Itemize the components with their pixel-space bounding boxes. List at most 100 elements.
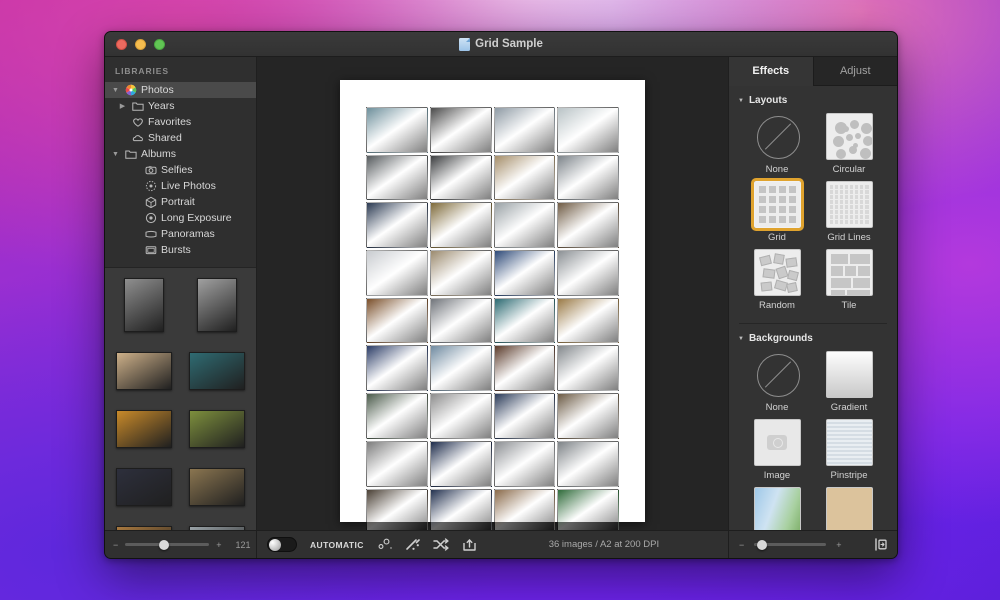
grid-photo[interactable] bbox=[557, 202, 619, 248]
sidebar-item-shared[interactable]: ▶Shared bbox=[105, 130, 256, 146]
option-swatch[interactable] bbox=[754, 249, 801, 296]
twisty-down-icon[interactable]: ▼ bbox=[111, 151, 120, 158]
zoom-button[interactable] bbox=[154, 39, 165, 50]
canvas-zoom-minus[interactable]: − bbox=[739, 540, 744, 550]
grid-photo[interactable] bbox=[557, 107, 619, 153]
browser-thumbnail[interactable] bbox=[116, 468, 172, 506]
grid-photo[interactable] bbox=[430, 202, 492, 248]
twisty-right-icon[interactable]: ▶ bbox=[118, 102, 127, 110]
grid-photo[interactable] bbox=[430, 345, 492, 391]
option-none[interactable]: None bbox=[743, 113, 811, 175]
browser-thumbnail[interactable] bbox=[197, 278, 237, 332]
option-tan[interactable] bbox=[815, 487, 883, 530]
grid-photo[interactable] bbox=[430, 298, 492, 344]
automatic-toggle[interactable] bbox=[267, 537, 297, 552]
chevron-down-icon[interactable]: ▼ bbox=[738, 336, 744, 342]
export-icon[interactable] bbox=[462, 538, 477, 552]
grid-photo[interactable] bbox=[557, 393, 619, 439]
sidebar-item-live-photos[interactable]: ▶ Live Photos bbox=[105, 178, 256, 194]
browser-thumbnail[interactable] bbox=[189, 410, 245, 448]
grid-photo[interactable] bbox=[557, 489, 619, 531]
settings-gear-icon[interactable] bbox=[377, 538, 392, 551]
option-swatch[interactable] bbox=[754, 419, 801, 466]
section-header-backgrounds[interactable]: ▼Backgrounds bbox=[729, 324, 897, 351]
canvas-zoom-slider[interactable] bbox=[754, 543, 826, 546]
sidebar-item-years[interactable]: ▶Years bbox=[105, 98, 256, 114]
option-photo[interactable] bbox=[743, 487, 811, 530]
option-swatch[interactable] bbox=[754, 113, 801, 160]
grid-photo[interactable] bbox=[430, 250, 492, 296]
grid-photo[interactable] bbox=[366, 202, 428, 248]
browser-thumbnail[interactable] bbox=[189, 352, 245, 390]
option-swatch[interactable] bbox=[826, 419, 873, 466]
sidebar-item-favorites[interactable]: ▶Favorites bbox=[105, 114, 256, 130]
tab-effects[interactable]: Effects bbox=[729, 57, 813, 86]
sidebar-item-photos[interactable]: ▼ Photos bbox=[105, 82, 256, 98]
grid-photo[interactable] bbox=[366, 298, 428, 344]
option-none[interactable]: None bbox=[743, 351, 811, 413]
close-button[interactable] bbox=[116, 39, 127, 50]
option-tile[interactable]: Tile bbox=[815, 249, 883, 311]
grid-photo[interactable] bbox=[366, 441, 428, 487]
option-circular[interactable]: Circular bbox=[815, 113, 883, 175]
canvas-area[interactable] bbox=[257, 57, 728, 530]
page-preview[interactable] bbox=[340, 80, 645, 522]
sidebar-item-selfies[interactable]: ▶ Selfies bbox=[105, 162, 256, 178]
magic-wand-icon[interactable] bbox=[405, 538, 420, 551]
grid-photo[interactable] bbox=[557, 298, 619, 344]
option-swatch[interactable] bbox=[754, 487, 801, 530]
grid-photo[interactable] bbox=[494, 202, 556, 248]
option-swatch[interactable] bbox=[826, 487, 873, 530]
grid-photo[interactable] bbox=[430, 155, 492, 201]
grid-photo[interactable] bbox=[430, 489, 492, 531]
grid-photo[interactable] bbox=[557, 250, 619, 296]
browser-thumbnail[interactable] bbox=[116, 352, 172, 390]
grid-photo[interactable] bbox=[494, 489, 556, 531]
shuffle-icon[interactable] bbox=[433, 538, 449, 551]
option-grid-lines[interactable]: Grid Lines bbox=[815, 181, 883, 243]
thumb-zoom-plus[interactable]: + bbox=[216, 540, 221, 550]
option-gradient[interactable]: Gradient bbox=[815, 351, 883, 413]
twisty-down-icon[interactable]: ▼ bbox=[111, 87, 120, 94]
minimize-button[interactable] bbox=[135, 39, 146, 50]
grid-photo[interactable] bbox=[366, 345, 428, 391]
option-pinstripe[interactable]: Pinstripe bbox=[815, 419, 883, 481]
grid-photo[interactable] bbox=[494, 393, 556, 439]
option-swatch[interactable] bbox=[826, 249, 873, 296]
sidebar-item-portrait[interactable]: ▶ Portrait bbox=[105, 194, 256, 210]
option-random[interactable]: Random bbox=[743, 249, 811, 311]
grid-photo[interactable] bbox=[366, 393, 428, 439]
grid-photo[interactable] bbox=[366, 250, 428, 296]
sidebar-item-long-exposure[interactable]: ▶ Long Exposure bbox=[105, 210, 256, 226]
grid-photo[interactable] bbox=[430, 393, 492, 439]
grid-photo[interactable] bbox=[366, 155, 428, 201]
browser-thumbnail[interactable] bbox=[124, 278, 164, 332]
grid-photo[interactable] bbox=[494, 155, 556, 201]
option-swatch[interactable] bbox=[826, 351, 873, 398]
grid-photo[interactable] bbox=[494, 298, 556, 344]
grid-photo[interactable] bbox=[494, 345, 556, 391]
panel-toggle-icon[interactable] bbox=[874, 538, 887, 551]
sidebar-item-panoramas[interactable]: ▶Panoramas bbox=[105, 226, 256, 242]
option-swatch[interactable] bbox=[826, 181, 873, 228]
grid-photo[interactable] bbox=[366, 107, 428, 153]
thumbnail-browser[interactable] bbox=[105, 268, 256, 530]
grid-photo[interactable] bbox=[494, 441, 556, 487]
option-image[interactable]: Image bbox=[743, 419, 811, 481]
grid-photo[interactable] bbox=[430, 441, 492, 487]
grid-photo[interactable] bbox=[494, 250, 556, 296]
tab-adjust[interactable]: Adjust bbox=[813, 57, 898, 86]
grid-photo[interactable] bbox=[494, 107, 556, 153]
option-swatch[interactable] bbox=[754, 351, 801, 398]
grid-photo[interactable] bbox=[430, 107, 492, 153]
option-grid[interactable]: Grid bbox=[743, 181, 811, 243]
grid-photo[interactable] bbox=[557, 155, 619, 201]
sidebar-item-bursts[interactable]: ▶ Bursts bbox=[105, 242, 256, 258]
thumb-zoom-slider[interactable] bbox=[125, 543, 209, 546]
grid-photo[interactable] bbox=[366, 489, 428, 531]
browser-thumbnail[interactable] bbox=[116, 410, 172, 448]
chevron-down-icon[interactable]: ▼ bbox=[738, 98, 744, 104]
thumb-zoom-minus[interactable]: − bbox=[113, 540, 118, 550]
section-header-layouts[interactable]: ▼Layouts bbox=[729, 86, 897, 113]
browser-thumbnail[interactable] bbox=[189, 468, 245, 506]
